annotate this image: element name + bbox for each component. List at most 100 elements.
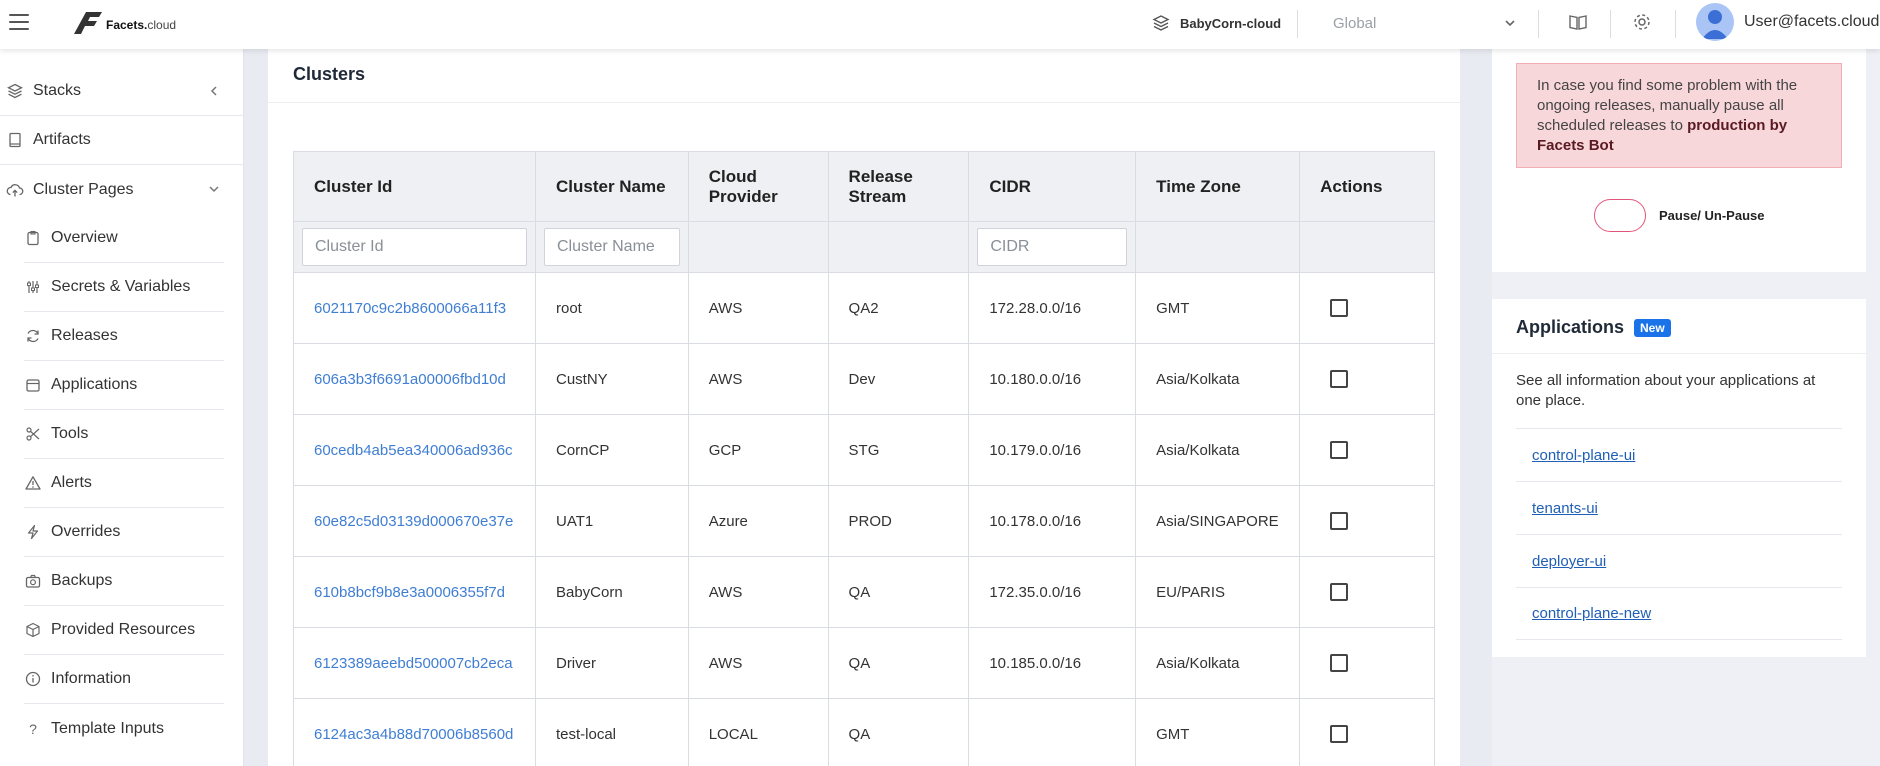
sidebar-item-cluster-pages[interactable]: Cluster Pages [0, 165, 244, 214]
row-checkbox[interactable] [1330, 654, 1349, 673]
cluster-id-link[interactable]: 6021170c9c2b8600066a11f3 [314, 300, 506, 317]
cluster-name-filter-input[interactable] [543, 228, 680, 266]
table-row: 60e82c5d03139d000670e37e UAT1 Azure PROD… [293, 485, 1435, 557]
sidebar-item-overview[interactable]: Overview [24, 214, 224, 263]
cidr-cell: 10.179.0.0/16 [968, 414, 1137, 486]
cluster-id-link[interactable]: 6123389aeebd500007cb2eca [314, 655, 513, 672]
info-icon [24, 670, 42, 688]
cluster-name-cell: test-local [534, 698, 689, 766]
cube-icon [24, 621, 42, 639]
divider [1297, 10, 1298, 38]
avatar [1696, 3, 1734, 41]
divider [1538, 10, 1539, 38]
sliders-icon [24, 278, 42, 296]
column-header-cluster-name[interactable]: Cluster Name [534, 151, 689, 222]
row-checkbox[interactable] [1330, 370, 1349, 389]
time-zone-cell: Asia/SINGAPORE [1135, 485, 1301, 557]
application-list-item: control-plane-ui [1516, 428, 1842, 481]
sidebar-item-releases[interactable]: Releases [24, 312, 224, 361]
cluster-id-filter-input[interactable] [302, 228, 527, 266]
docs-book-icon[interactable] [1566, 10, 1590, 34]
sidebar-item-applications[interactable]: Applications [24, 361, 224, 410]
applications-description: See all information about your applicati… [1516, 372, 1816, 409]
application-link[interactable]: deployer-ui [1532, 553, 1606, 570]
column-header-actions: Actions [1299, 151, 1435, 222]
cloud-provider-cell: Azure [687, 485, 829, 557]
logo-text: Facets.cloud [106, 18, 177, 32]
pause-toggle-switch[interactable] [1594, 199, 1646, 232]
cloud-provider-cell: AWS [687, 343, 829, 415]
application-link[interactable]: control-plane-ui [1532, 447, 1635, 464]
row-checkbox[interactable] [1330, 299, 1349, 318]
pause-toggle-label: Pause/ Un-Pause [1659, 208, 1765, 223]
application-link[interactable]: control-plane-new [1532, 605, 1651, 622]
pause-toggle-row: Pause/ Un-Pause [1594, 199, 1765, 232]
column-header-cluster-id[interactable]: Cluster Id [293, 151, 536, 222]
refresh-icon [24, 327, 42, 345]
filter-cell [1135, 221, 1301, 273]
cloud-upload-icon [6, 181, 24, 199]
column-header-cidr[interactable]: CIDR [968, 151, 1137, 222]
row-checkbox[interactable] [1330, 512, 1349, 531]
table-row: 6021170c9c2b8600066a11f3 root AWS QA2 17… [293, 272, 1435, 344]
user-avatar-icon [1702, 10, 1728, 39]
table-row: 610b8bcf9b8e3a0006355f7d BabyCorn AWS QA… [293, 556, 1435, 628]
row-checkbox[interactable] [1330, 441, 1349, 460]
sidebar-item-secrets-variables[interactable]: Secrets & Variables [24, 263, 224, 312]
divider [1492, 353, 1866, 354]
settings-gear-icon[interactable] [1630, 10, 1654, 34]
cluster-name-cell: Driver [534, 627, 689, 699]
clusters-table: Cluster Id Cluster Name Cloud Provider R… [293, 151, 1435, 766]
lightning-icon [24, 523, 42, 541]
sidebar-item-label: Applications [51, 376, 138, 393]
sidebar-item-tools[interactable]: Tools [24, 410, 224, 459]
cluster-id-link[interactable]: 610b8bcf9b8e3a0006355f7d [314, 584, 505, 601]
sidebar-item-information[interactable]: Information [24, 655, 224, 704]
filter-cell [534, 221, 689, 273]
table-row: 606a3b3f6691a00006fbd10d CustNY AWS Dev … [293, 343, 1435, 415]
sidebar-item-stacks[interactable]: Stacks [0, 67, 244, 116]
sidebar-item-label: Overview [51, 229, 118, 246]
stack-selector[interactable]: BabyCorn-cloud [1152, 12, 1281, 34]
pause-releases-alert: In case you find some problem with the o… [1516, 63, 1842, 168]
row-checkbox[interactable] [1330, 583, 1349, 602]
column-header-release-stream[interactable]: Release Stream [827, 151, 970, 222]
column-header-cloud-provider[interactable]: Cloud Provider [687, 151, 829, 222]
cluster-name-cell: CornCP [534, 414, 689, 486]
release-stream-cell: QA [827, 556, 970, 628]
sidebar-item-template-inputs[interactable]: ? Template Inputs [24, 704, 224, 753]
cidr-cell: 172.35.0.0/16 [968, 556, 1137, 628]
column-header-time-zone[interactable]: Time Zone [1135, 151, 1301, 222]
facets-logo-icon [74, 12, 102, 34]
cluster-id-link[interactable]: 60cedb4ab5ea340006ad936c [314, 442, 513, 459]
cidr-filter-input[interactable] [977, 228, 1128, 266]
sidebar-item-alerts[interactable]: Alerts [24, 459, 224, 508]
sidebar-item-provided-resources[interactable]: Provided Resources [24, 606, 224, 655]
region-value: Global [1333, 14, 1377, 32]
sidebar-item-backups[interactable]: Backups [24, 557, 224, 606]
region-select[interactable]: Global [1333, 12, 1517, 34]
cloud-provider-cell: AWS [687, 627, 829, 699]
divider [268, 102, 1460, 103]
logo[interactable]: Facets.cloud [72, 8, 182, 38]
cluster-id-link[interactable]: 60e82c5d03139d000670e37e [314, 513, 513, 530]
row-checkbox[interactable] [1330, 725, 1349, 744]
clusters-card: Clusters Cluster Id Cluster Name Cloud P… [268, 49, 1460, 766]
sidebar-item-artifacts[interactable]: Artifacts [0, 116, 244, 165]
cluster-id-link[interactable]: 606a3b3f6691a00006fbd10d [314, 371, 506, 388]
user-email: User@facets.cloud [1744, 13, 1880, 30]
release-stream-cell: QA [827, 627, 970, 699]
time-zone-cell: Asia/Kolkata [1135, 414, 1301, 486]
application-list-item: control-plane-new [1516, 587, 1842, 640]
chevron-left-icon [210, 86, 217, 96]
cluster-id-link[interactable]: 6124ac3a4b88d70006b8560d [314, 726, 513, 743]
cluster-name-cell: CustNY [534, 343, 689, 415]
application-link[interactable]: tenants-ui [1532, 500, 1598, 517]
menu-icon[interactable] [9, 14, 29, 30]
sidebar-item-label: Backups [51, 572, 113, 589]
sidebar-item-overrides[interactable]: Overrides [24, 508, 224, 557]
sidebar-item-label: Stacks [33, 82, 82, 99]
divider [1675, 10, 1676, 38]
user-menu[interactable]: User@facets.cloud [1696, 2, 1879, 42]
sidebar-item-label: Alerts [51, 474, 92, 491]
